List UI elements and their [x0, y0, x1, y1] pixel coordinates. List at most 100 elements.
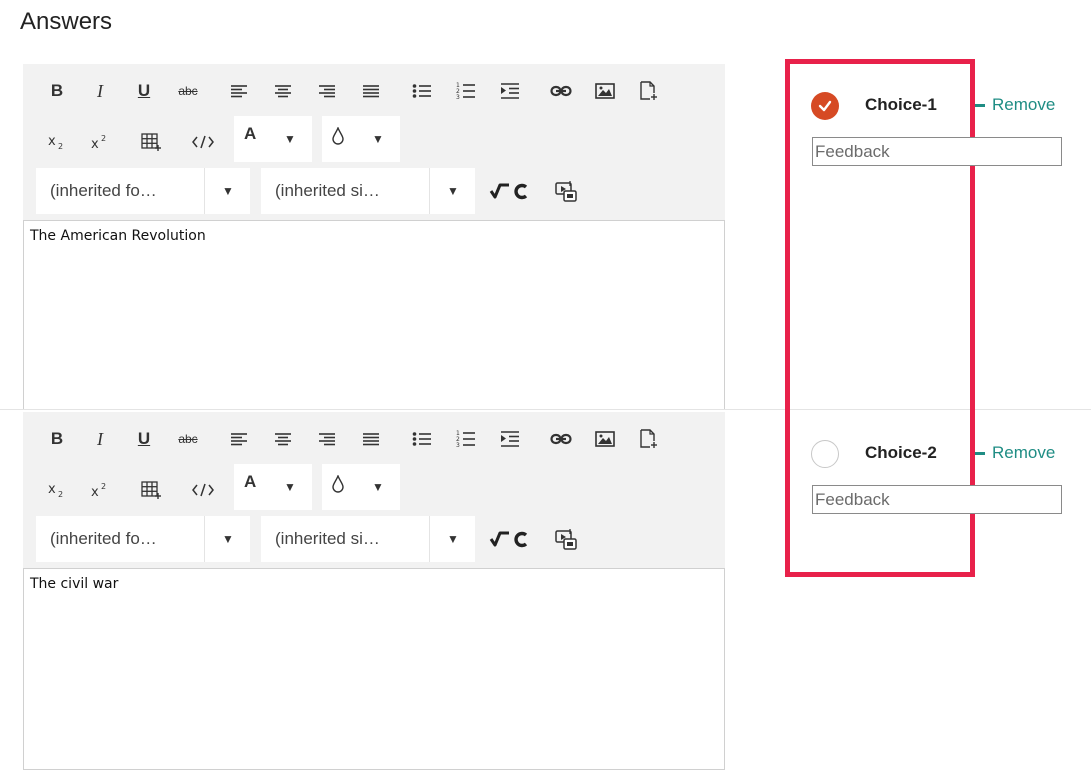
answer-text: The civil war — [30, 576, 119, 592]
indent-button[interactable] — [493, 76, 527, 106]
bold-button[interactable]: B — [40, 76, 74, 106]
bullet-list-button[interactable] — [405, 76, 439, 106]
underline-button[interactable]: U — [127, 424, 161, 454]
numbered-list-icon: 123 — [456, 430, 475, 448]
underline-button[interactable]: U — [127, 76, 161, 106]
subscript-icon: x2 — [48, 134, 63, 150]
text-color-picker[interactable]: A ▼ — [234, 116, 312, 162]
answer-text: The American Revolution — [30, 228, 206, 244]
svg-text:x: x — [91, 137, 99, 150]
chevron-down-icon: ▼ — [372, 480, 384, 494]
image-button[interactable] — [588, 424, 622, 454]
insert-file-button[interactable] — [632, 424, 666, 454]
align-center-button[interactable] — [266, 424, 300, 454]
font-size-value: (inherited si… — [275, 181, 380, 200]
math-formula-icon — [489, 183, 528, 200]
numbered-list-button[interactable]: 123 — [449, 76, 483, 106]
background-color-picker[interactable]: ▼ — [322, 464, 400, 510]
text-color-picker[interactable]: A ▼ — [234, 464, 312, 510]
choice-1-feedback-input[interactable] — [812, 137, 1062, 166]
choice-1-radio[interactable] — [811, 92, 839, 120]
svg-text:2: 2 — [101, 134, 106, 143]
align-right-button[interactable] — [310, 76, 344, 106]
align-left-button[interactable] — [222, 76, 256, 106]
remove-label: Remove — [992, 95, 1056, 114]
checkmark-icon — [818, 100, 832, 112]
align-left-icon — [231, 433, 247, 446]
strikethrough-button[interactable]: abc — [171, 424, 205, 454]
code-button[interactable] — [186, 127, 220, 157]
align-center-button[interactable] — [266, 76, 300, 106]
choice-2-label: Choice-2 — [865, 443, 937, 462]
choice-2-radio[interactable] — [811, 440, 839, 468]
chevron-down-icon: ▼ — [429, 168, 476, 214]
bold-button[interactable]: B — [40, 424, 74, 454]
section-title: Answers — [20, 8, 113, 35]
align-left-button[interactable] — [222, 424, 256, 454]
font-family-select[interactable]: (inherited fo… ▼ — [36, 168, 250, 214]
justify-button[interactable] — [354, 424, 388, 454]
background-color-picker[interactable]: ▼ — [322, 116, 400, 162]
editor-toolbar: B I U abc 123 x2 x2 A ▼ ▼ (inherited fo…… — [23, 412, 725, 568]
subscript-button[interactable]: x2 — [40, 475, 74, 505]
numbered-list-button[interactable]: 123 — [449, 424, 483, 454]
italic-button[interactable]: I — [83, 76, 117, 106]
svg-text:2: 2 — [58, 142, 63, 150]
chevron-down-icon: ▼ — [204, 168, 251, 214]
indent-button[interactable] — [493, 424, 527, 454]
link-button[interactable] — [544, 76, 578, 106]
choice-1-label: Choice-1 — [865, 95, 937, 114]
choice-2-feedback-input[interactable] — [812, 485, 1062, 514]
svg-text:x: x — [48, 482, 56, 497]
minus-icon — [975, 103, 985, 107]
bullet-list-button[interactable] — [405, 424, 439, 454]
math-formula-button[interactable] — [489, 176, 529, 206]
font-size-select[interactable]: (inherited si… ▼ — [261, 168, 475, 214]
code-button[interactable] — [186, 475, 220, 505]
image-icon — [595, 431, 615, 447]
media-embed-button[interactable] — [549, 176, 583, 206]
table-button[interactable] — [134, 475, 168, 505]
link-icon — [550, 85, 572, 97]
image-icon — [595, 83, 615, 99]
remove-choice-2-button[interactable]: Remove — [975, 443, 1055, 463]
font-family-select[interactable]: (inherited fo… ▼ — [36, 516, 250, 562]
superscript-button[interactable]: x2 — [83, 127, 117, 157]
add-file-icon — [640, 429, 657, 448]
link-button[interactable] — [544, 424, 578, 454]
superscript-button[interactable]: x2 — [83, 475, 117, 505]
superscript-icon: x2 — [91, 482, 106, 498]
align-center-icon — [275, 85, 291, 98]
droplet-icon — [331, 126, 345, 150]
svg-text:2: 2 — [58, 490, 63, 498]
subscript-icon: x2 — [48, 482, 63, 498]
image-button[interactable] — [588, 76, 622, 106]
answer-text-area[interactable]: The American Revolution — [23, 220, 725, 410]
droplet-icon — [331, 474, 345, 498]
editor-toolbar: B I U abc 123 x2 x2 A ▼ ▼ (inherited fo…… — [23, 64, 725, 220]
remove-label: Remove — [992, 443, 1056, 462]
answer-text-area[interactable]: The civil war — [23, 568, 725, 770]
align-center-icon — [275, 433, 291, 446]
text-color-icon: A — [244, 124, 257, 143]
italic-button[interactable]: I — [83, 424, 117, 454]
table-button[interactable] — [134, 127, 168, 157]
superscript-icon: x2 — [91, 134, 106, 150]
math-formula-button[interactable] — [489, 524, 529, 554]
remove-choice-1-button[interactable]: Remove — [975, 95, 1055, 115]
svg-text:x: x — [91, 485, 99, 498]
subscript-button[interactable]: x2 — [40, 127, 74, 157]
font-size-select[interactable]: (inherited si… ▼ — [261, 516, 475, 562]
strikethrough-button[interactable]: abc — [171, 76, 205, 106]
justify-icon — [363, 85, 379, 98]
media-embed-icon — [555, 181, 577, 202]
chevron-down-icon: ▼ — [372, 132, 384, 146]
media-embed-button[interactable] — [549, 524, 583, 554]
table-icon — [141, 133, 161, 151]
bullet-list-icon — [412, 84, 431, 98]
align-right-button[interactable] — [310, 424, 344, 454]
insert-file-button[interactable] — [632, 76, 666, 106]
justify-button[interactable] — [354, 76, 388, 106]
chevron-down-icon: ▼ — [204, 516, 251, 562]
bullet-list-icon — [412, 432, 431, 446]
